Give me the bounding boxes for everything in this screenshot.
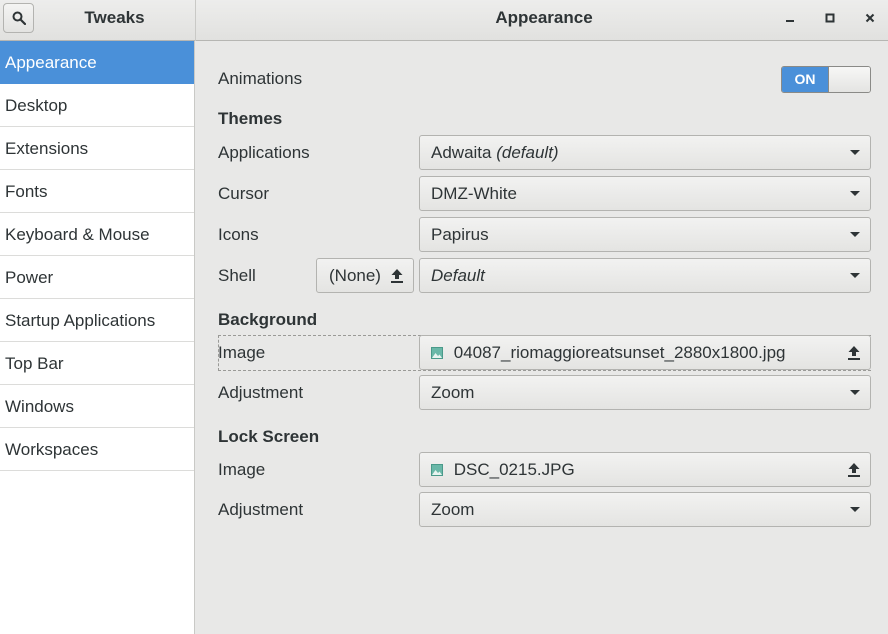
icons-theme-combo[interactable]: Papirus: [419, 217, 871, 252]
chevron-down-icon: [850, 191, 860, 196]
sidebar-item-label: Desktop: [5, 96, 68, 115]
lock-screen-heading: Lock Screen: [218, 427, 320, 446]
search-icon: [12, 11, 26, 25]
shell-file-button[interactable]: (None): [316, 258, 414, 293]
image-icon: [431, 347, 443, 359]
background-image-label: Image: [218, 343, 266, 362]
image-icon: [431, 464, 443, 476]
combo-value: Default: [431, 266, 485, 285]
sidebar-item-label: Keyboard & Mouse: [5, 225, 150, 244]
lock-screen-adjustment-combo[interactable]: Zoom: [419, 492, 871, 527]
header-bar: Tweaks Appearance: [0, 0, 888, 41]
upload-icon: [391, 269, 403, 283]
maximize-icon: [825, 13, 835, 23]
chevron-down-icon: [850, 390, 860, 395]
switch-on-label: ON: [782, 67, 828, 92]
sidebar-item-label: Windows: [5, 397, 74, 416]
background-heading: Background: [218, 310, 318, 329]
lock-screen-adjustment-label: Adjustment: [218, 500, 304, 519]
sidebar-item-workspaces[interactable]: Workspaces: [0, 428, 194, 471]
close-icon: [865, 13, 875, 23]
shell-label: Shell: [218, 266, 256, 285]
sidebar-item-keyboard-mouse[interactable]: Keyboard & Mouse: [0, 213, 194, 256]
applications-theme-combo[interactable]: Adwaita (default): [419, 135, 871, 170]
combo-value: Papirus: [431, 225, 489, 244]
combo-value-suffix: (default): [496, 143, 559, 162]
cursor-label: Cursor: [218, 184, 270, 203]
sidebar-item-label: Workspaces: [5, 440, 99, 459]
background-adjustment-label: Adjustment: [218, 383, 304, 402]
minimize-icon: [786, 20, 794, 22]
combo-value: Adwaita: [431, 143, 492, 162]
upload-icon: [848, 463, 860, 477]
sidebar-item-label: Power: [5, 268, 54, 287]
cursor-theme-combo[interactable]: DMZ-White: [419, 176, 871, 211]
sidebar-item-label: Startup Applications: [5, 311, 156, 330]
sidebar-item-power[interactable]: Power: [0, 256, 194, 299]
chevron-down-icon: [850, 150, 860, 155]
applications-label: Applications: [218, 143, 310, 162]
main-content: Animations ON Themes Applications Adwait…: [196, 41, 888, 634]
sidebar: Appearance Desktop Extensions Fonts Keyb…: [0, 41, 195, 634]
sidebar-item-label: Top Bar: [5, 354, 64, 373]
sidebar-item-appearance[interactable]: Appearance: [0, 41, 194, 84]
chevron-down-icon: [850, 232, 860, 237]
sidebar-item-fonts[interactable]: Fonts: [0, 170, 194, 213]
switch-knob: [828, 67, 870, 92]
chevron-down-icon: [850, 507, 860, 512]
sidebar-item-windows[interactable]: Windows: [0, 385, 194, 428]
chevron-down-icon: [850, 273, 860, 278]
lock-screen-image-label: Image: [218, 460, 266, 479]
background-image-chooser[interactable]: 04087_riomaggioreatsunset_2880x1800.jpg: [419, 335, 871, 370]
animations-label: Animations: [218, 69, 303, 88]
close-button[interactable]: [860, 8, 880, 28]
app-title: Tweaks: [84, 8, 145, 27]
chooser-value: DSC_0215.JPG: [453, 460, 575, 479]
sidebar-item-extensions[interactable]: Extensions: [0, 127, 194, 170]
sidebar-item-label: Extensions: [5, 139, 89, 158]
combo-value: Zoom: [431, 383, 475, 402]
sidebar-item-startup-applications[interactable]: Startup Applications: [0, 299, 194, 342]
background-adjustment-combo[interactable]: Zoom: [419, 375, 871, 410]
shell-file-value: (None): [329, 266, 381, 285]
shell-theme-combo[interactable]: Default: [419, 258, 871, 293]
combo-value: DMZ-White: [431, 184, 517, 203]
sidebar-item-label: Appearance: [5, 53, 97, 72]
sidebar-item-label: Fonts: [5, 182, 48, 201]
animations-switch[interactable]: ON: [781, 66, 871, 93]
sidebar-item-top-bar[interactable]: Top Bar: [0, 342, 194, 385]
search-button[interactable]: [3, 3, 34, 33]
combo-value: Zoom: [431, 500, 475, 519]
chooser-value: 04087_riomaggioreatsunset_2880x1800.jpg: [453, 343, 786, 362]
lock-screen-image-chooser[interactable]: DSC_0215.JPG: [419, 452, 871, 487]
maximize-button[interactable]: [820, 8, 840, 28]
minimize-button[interactable]: [780, 8, 800, 28]
icons-label: Icons: [218, 225, 259, 244]
themes-heading: Themes: [218, 109, 283, 128]
upload-icon: [848, 346, 860, 360]
sidebar-item-desktop[interactable]: Desktop: [0, 84, 194, 127]
